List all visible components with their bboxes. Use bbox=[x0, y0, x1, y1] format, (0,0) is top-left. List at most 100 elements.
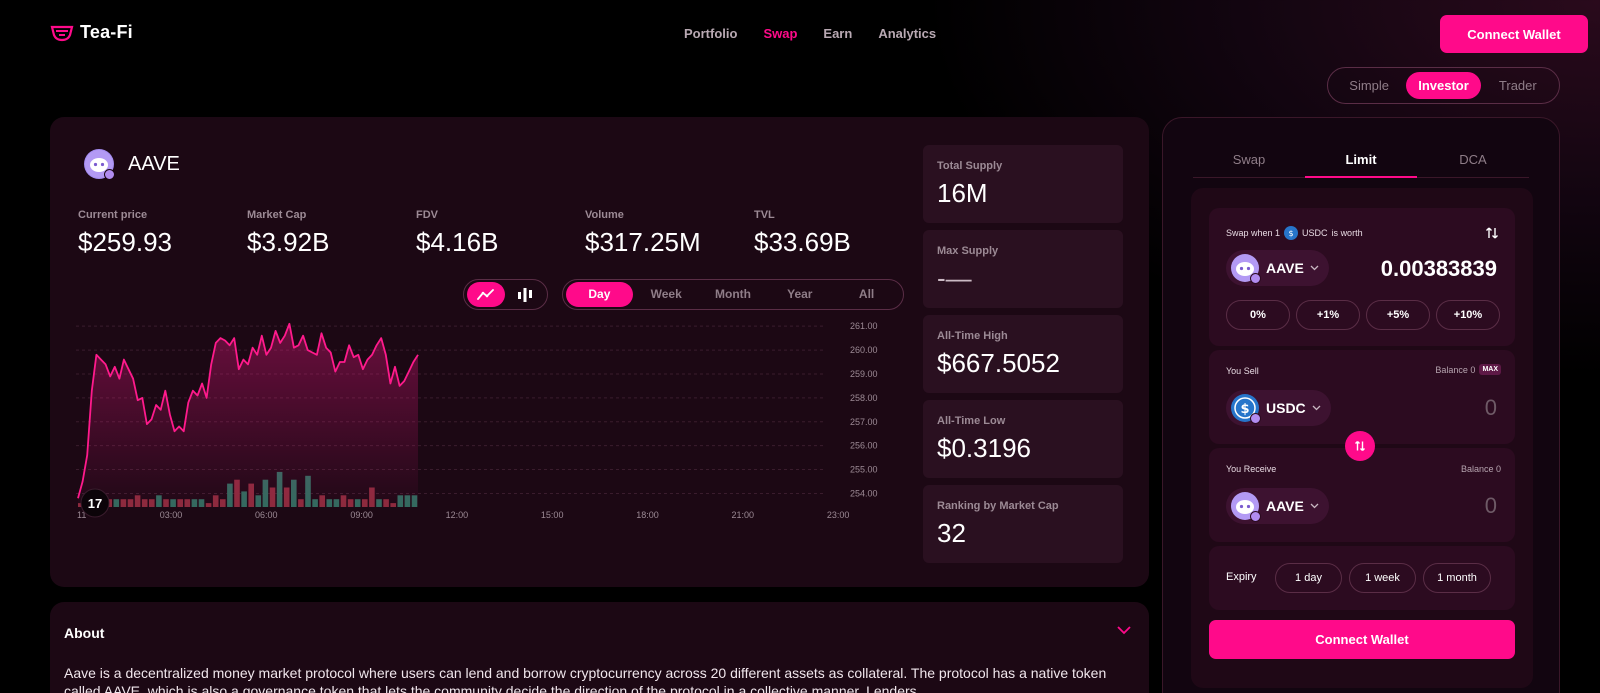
expiry-box: Expiry 1 day 1 week 1 month bbox=[1209, 546, 1515, 610]
usdc-token-icon: $ bbox=[1230, 393, 1261, 424]
usdc-token-icon: $ bbox=[1284, 226, 1299, 240]
y-tick-label: 260.00 bbox=[850, 345, 878, 355]
x-tick-label: 03:00 bbox=[160, 510, 183, 520]
receive-amount: 0 bbox=[1484, 493, 1497, 518]
expiry-label: Expiry bbox=[1226, 571, 1257, 583]
candle-chart-icon[interactable] bbox=[507, 282, 545, 307]
stat-value: 16M bbox=[937, 178, 988, 208]
stat-fdv: FDV $4.16B bbox=[416, 209, 585, 258]
x-tick-label: 09:00 bbox=[350, 510, 373, 520]
receive-balance: Balance 0 bbox=[1460, 464, 1501, 474]
expiry-1-month-button[interactable]: 1 month bbox=[1423, 563, 1491, 593]
mode-trader[interactable]: Trader bbox=[1481, 72, 1555, 99]
tab-swap[interactable]: Swap bbox=[1193, 152, 1305, 177]
main-nav: Portfolio Swap Earn Analytics bbox=[684, 26, 936, 41]
stat-value: 32 bbox=[937, 518, 966, 548]
y-tick-label: 256.00 bbox=[850, 441, 878, 451]
token-symbol: USDC bbox=[1266, 400, 1306, 416]
tea-fi-logo-icon bbox=[50, 25, 74, 41]
expiry-1-week-button[interactable]: 1 week bbox=[1349, 563, 1416, 593]
stat-volume: Volume $317.25M bbox=[585, 209, 754, 258]
price-chart[interactable]: 261.00 260.00 259.00 258.00 257.00 256.00 255.… bbox=[74, 317, 894, 527]
range-week[interactable]: Week bbox=[633, 282, 700, 307]
stat-label: Market Cap bbox=[247, 209, 307, 221]
swap-direction-button[interactable] bbox=[1345, 431, 1375, 461]
sell-amount-input[interactable]: 0 bbox=[1485, 395, 1497, 421]
aave-token-icon bbox=[1230, 253, 1261, 284]
expiry-1-day-button[interactable]: 1 day bbox=[1275, 563, 1342, 593]
x-tick-label: 18:00 bbox=[636, 510, 659, 520]
stat-value: $259.93 bbox=[78, 227, 172, 257]
stat-value: $317.25M bbox=[585, 227, 701, 257]
pct-5-button[interactable]: +5% bbox=[1366, 300, 1430, 330]
limit-token-select[interactable]: AAVE bbox=[1226, 250, 1329, 286]
about-title: About bbox=[64, 625, 105, 641]
y-tick-label: 258.00 bbox=[850, 393, 878, 403]
pct-0-button[interactable]: 0% bbox=[1226, 300, 1290, 330]
header: Tea-Fi Portfolio Swap Earn Analytics Con… bbox=[0, 0, 1600, 66]
connect-wallet-button[interactable]: Connect Wallet bbox=[1440, 15, 1588, 53]
price-adjust-buttons: 0% +1% +5% +10% bbox=[1226, 300, 1500, 330]
sell-balance-row: Balance 0 MAX bbox=[1435, 364, 1501, 375]
mode-investor[interactable]: Investor bbox=[1406, 72, 1481, 99]
about-text: Aave is a decentralized money market pro… bbox=[64, 665, 1107, 693]
tab-dca[interactable]: DCA bbox=[1417, 152, 1529, 177]
invert-rate-icon[interactable] bbox=[1485, 226, 1499, 240]
chevron-down-icon bbox=[1312, 405, 1321, 411]
range-month[interactable]: Month bbox=[700, 282, 767, 307]
stat-label: Current price bbox=[78, 209, 148, 221]
stat-value: $3.92B bbox=[247, 227, 330, 257]
svg-text:$: $ bbox=[1289, 229, 1294, 238]
stat-label: Total Supply bbox=[937, 160, 1003, 172]
stat-label: All-Time Low bbox=[937, 415, 1006, 427]
connect-wallet-submit-button[interactable]: Connect Wallet bbox=[1209, 620, 1515, 659]
stat-label: Ranking by Market Cap bbox=[937, 500, 1059, 512]
svg-text:$: $ bbox=[1240, 402, 1249, 417]
price-area bbox=[78, 323, 418, 507]
swap-tabs: Swap Limit DCA bbox=[1193, 152, 1529, 178]
receive-token-select[interactable]: AAVE bbox=[1226, 488, 1329, 524]
limit-order-form: Swap when 1 $ USDC is worth AAVE 0.00383… bbox=[1191, 188, 1533, 688]
sell-token-select[interactable]: $ USDC bbox=[1226, 390, 1331, 426]
y-tick-label: 259.00 bbox=[850, 369, 878, 379]
stat-value: $4.16B bbox=[416, 227, 499, 257]
pct-1-button[interactable]: +1% bbox=[1296, 300, 1360, 330]
chevron-down-icon[interactable] bbox=[1117, 626, 1131, 635]
limit-token-label: USDC bbox=[1302, 228, 1328, 238]
mode-simple[interactable]: Simple bbox=[1332, 72, 1406, 99]
tab-limit[interactable]: Limit bbox=[1305, 152, 1417, 178]
stat-value: $0.3196 bbox=[937, 433, 1031, 463]
range-all[interactable]: All bbox=[833, 282, 900, 307]
max-button[interactable]: MAX bbox=[1479, 364, 1501, 375]
token-symbol: AAVE bbox=[1266, 498, 1304, 514]
nav-portfolio[interactable]: Portfolio bbox=[684, 26, 737, 41]
mode-switch: Simple Investor Trader bbox=[1327, 67, 1560, 104]
nav-earn[interactable]: Earn bbox=[823, 26, 852, 41]
stat-current-price: Current price $259.93 bbox=[78, 209, 247, 258]
stat-total-supply: Total Supply 16M bbox=[923, 145, 1123, 223]
sell-label: You Sell bbox=[1226, 366, 1259, 376]
nav-swap[interactable]: Swap bbox=[763, 26, 797, 41]
receive-label: You Receive bbox=[1226, 464, 1277, 474]
stat-value: -— bbox=[937, 263, 972, 293]
x-tick-label: 21:00 bbox=[732, 510, 755, 520]
token-header: AAVE bbox=[84, 149, 180, 180]
logo[interactable]: Tea-Fi bbox=[50, 22, 133, 43]
nav-analytics[interactable]: Analytics bbox=[878, 26, 936, 41]
range-day[interactable]: Day bbox=[566, 282, 633, 307]
limit-price-value[interactable]: 0.00383839 bbox=[1381, 256, 1497, 282]
stat-tvl: TVL $33.69B bbox=[754, 209, 923, 258]
limit-prefix: Swap when 1 bbox=[1226, 228, 1281, 238]
line-chart-icon[interactable] bbox=[467, 282, 505, 307]
y-tick-label: 261.00 bbox=[850, 321, 878, 331]
sell-box: You Sell Balance 0 MAX $ USDC 0 bbox=[1209, 350, 1515, 444]
x-tick-label: 15:00 bbox=[541, 510, 564, 520]
pct-10-button[interactable]: +10% bbox=[1436, 300, 1500, 330]
about-section[interactable]: About Aave is a decentralized money mark… bbox=[50, 602, 1149, 693]
chart-type-toggle bbox=[463, 279, 548, 310]
token-card: AAVE Current price $259.93 Market Cap $3… bbox=[50, 117, 1149, 587]
stat-label: All-Time High bbox=[937, 330, 1008, 342]
range-year[interactable]: Year bbox=[766, 282, 833, 307]
sell-balance: Balance 0 bbox=[1435, 364, 1476, 375]
stat-all-time-low: All-Time Low $0.3196 bbox=[923, 400, 1123, 478]
